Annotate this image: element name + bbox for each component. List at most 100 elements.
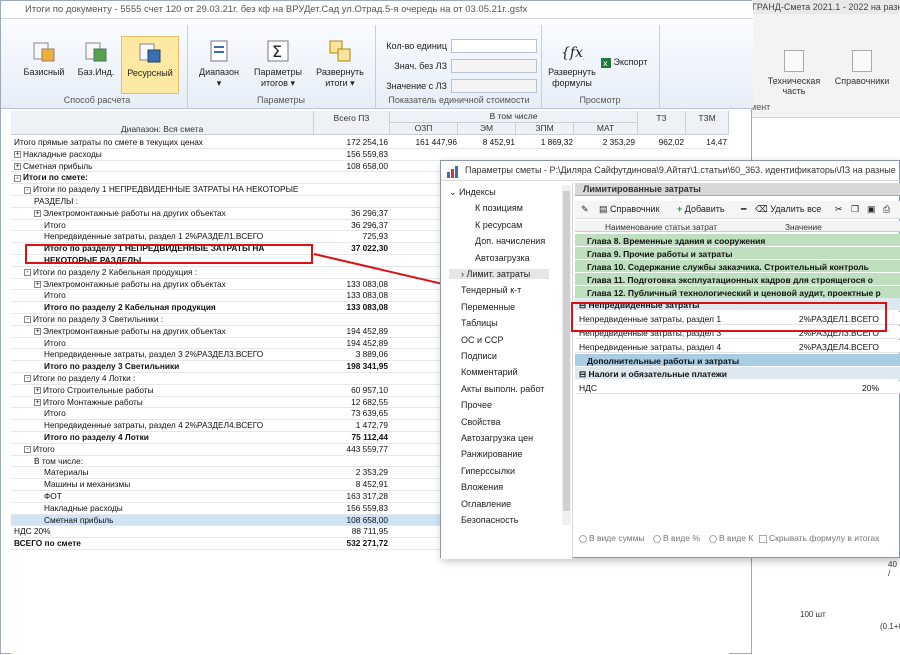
qty-input[interactable]: [451, 39, 537, 53]
tax-name: НДС: [579, 383, 598, 393]
bg-cell: 100 шт: [800, 610, 826, 619]
edit-icon[interactable]: ✎: [581, 204, 589, 215]
chapter-row[interactable]: Глава 8. Временные здания и сооружения: [575, 234, 900, 247]
chapter-row[interactable]: Глава 11. Подготовка эксплуатационных ка…: [575, 273, 900, 286]
cell-v: 12 682,55: [351, 396, 388, 407]
expand-icon[interactable]: +: [34, 328, 41, 336]
tree-item[interactable]: Тендерный к-т: [461, 285, 521, 295]
expand-formulas-button[interactable]: {fx} Развернуть формулы: [545, 39, 599, 89]
tree-scrollbar-thumb[interactable]: [563, 191, 570, 511]
option-percent[interactable]: В виде %: [653, 533, 700, 543]
expand-icon[interactable]: +: [34, 210, 41, 218]
expand-totals-button[interactable]: Развернуть итоги ▾: [309, 39, 371, 89]
print-icon[interactable]: ⎙: [883, 204, 890, 215]
export-button[interactable]: x Экспорт: [601, 57, 659, 68]
row-label: ФОТ: [44, 491, 62, 501]
cell-v: 60 957,10: [351, 384, 388, 395]
collapse-icon[interactable]: -: [14, 174, 21, 182]
item-name: Непредвиденные затраты, раздел 4: [579, 342, 722, 352]
tree-item[interactable]: Акты выполн. работ: [461, 384, 544, 394]
tree-item[interactable]: Ранжирование: [461, 449, 522, 459]
basic-button[interactable]: Базисный: [19, 39, 69, 78]
tree-item[interactable]: Прочее: [461, 400, 492, 410]
references-button[interactable]: Справочники: [832, 50, 892, 86]
value-lz-field: [451, 79, 537, 93]
cell-v2: 161 447,96: [415, 137, 457, 147]
section-taxes[interactable]: ⊟ Налоги и обязательные платежи: [575, 367, 900, 380]
expand-icon: [328, 39, 352, 63]
chevron-down-icon[interactable]: ⌄: [449, 187, 459, 197]
tree-item[interactable]: Подписи: [461, 351, 497, 361]
row-label: Непредвиденные затраты, раздел 3 2%РАЗДЕ…: [44, 349, 264, 360]
unforeseen-item-row[interactable]: Непредвиденные затраты, раздел 4 2%РАЗДЕЛ…: [575, 340, 900, 353]
tax-row[interactable]: НДС 20%: [575, 381, 900, 394]
delete-all-button[interactable]: ⌫ Удалить все: [755, 204, 821, 215]
limited-costs-panel: Лимитированные затраты ✎ ▤ Справочник + …: [575, 183, 900, 559]
tree-item[interactable]: Оглавление: [461, 499, 511, 509]
value-no-lz-field: [451, 59, 537, 73]
tree-item[interactable]: Таблицы: [461, 318, 498, 328]
row-label: Сметная прибыль: [44, 514, 114, 525]
add-button[interactable]: + Добавить: [677, 204, 725, 214]
row-label: - Итого: [14, 444, 314, 455]
unit-cost-group-label: Показатель единичной стоимости: [388, 95, 530, 105]
row-label: + Итого Монтажные работы: [34, 396, 143, 407]
row-label: Непредвиденные затраты, раздел 4 2%РАЗДЕ…: [44, 420, 264, 431]
tree-item[interactable]: Безопасность: [461, 515, 518, 525]
excel-icon: x: [601, 57, 611, 68]
base-index-button[interactable]: Баз.Инд.: [71, 39, 121, 78]
tree-item[interactable]: Свойства: [461, 417, 501, 427]
chapter-row[interactable]: Глава 9. Прочие работы и затраты: [575, 247, 900, 260]
tree-item[interactable]: К позициям: [475, 203, 523, 213]
row-label: Итого по разделу 3 Светильники: [44, 361, 180, 372]
tree-item[interactable]: К ресурсам: [475, 220, 522, 230]
collapse-icon[interactable]: -: [24, 316, 31, 324]
tree-item[interactable]: › Лимит. затраты: [449, 269, 549, 279]
separator: [659, 25, 660, 109]
cut-icon[interactable]: ✂: [835, 204, 843, 215]
option-k[interactable]: В виде К: [709, 533, 753, 543]
resource-button[interactable]: Ресурсный: [121, 36, 179, 94]
tree-item[interactable]: Доп. начисления: [475, 236, 545, 246]
section-additional[interactable]: Дополнительные работы и затраты: [575, 354, 900, 367]
option-sum[interactable]: В виде суммы: [579, 533, 645, 543]
tree-item[interactable]: ⌄ Индексы: [449, 187, 496, 198]
tree-item[interactable]: Гиперссылки: [461, 466, 515, 476]
tech-part-button[interactable]: Техническая часть: [764, 50, 824, 96]
tree-item[interactable]: Автозагрузка: [475, 253, 530, 263]
row-label: Материалы: [44, 467, 89, 478]
range-button[interactable]: Диапазон ▾: [191, 39, 247, 89]
table-row[interactable]: + Накладные расходы 156 559,83: [11, 149, 729, 161]
expand-icon[interactable]: +: [14, 162, 21, 170]
totals-params-button[interactable]: Σ Параметры итогов ▾: [247, 39, 309, 89]
table-row[interactable]: Итого прямые затраты по смете в текущих …: [11, 137, 729, 149]
row-label: Итого: [44, 290, 66, 301]
cell-v: 443 559,77: [346, 443, 388, 454]
copy-icon[interactable]: ❐: [851, 204, 859, 215]
expand-icon[interactable]: +: [34, 387, 41, 395]
collapse-icon[interactable]: -: [24, 269, 31, 277]
expand-icon[interactable]: +: [34, 398, 41, 406]
collapse-icon[interactable]: -: [24, 186, 31, 194]
cell-v: [316, 184, 388, 195]
expand-icon[interactable]: +: [14, 151, 21, 159]
tree-item[interactable]: Вложения: [461, 482, 503, 492]
item-value[interactable]: 2%РАЗДЕЛ4.ВСЕГО: [733, 342, 879, 352]
window-title: Итоги по документу - 5555 счет 120 от 29…: [1, 1, 753, 19]
delete-icon[interactable]: ━: [741, 204, 746, 215]
chapter-row[interactable]: Глава 10. Содержание службы заказчика. С…: [575, 260, 900, 273]
collapse-icon[interactable]: -: [24, 375, 31, 383]
tree-item[interactable]: ОС и ССР: [461, 335, 504, 345]
collapse-icon[interactable]: -: [24, 446, 31, 454]
reference-button[interactable]: ▤ Справочник: [599, 204, 660, 215]
expand-icon[interactable]: +: [34, 280, 41, 288]
bg-cell: (0.1+0: [880, 622, 900, 631]
sigma-icon: Σ: [266, 39, 290, 63]
tree-item[interactable]: Комментарий: [461, 367, 518, 377]
cell-v: [316, 456, 388, 467]
paste-icon[interactable]: ▣: [867, 204, 876, 215]
price-table-icon: [32, 39, 56, 63]
tree-item[interactable]: Автозагрузка цен: [461, 433, 533, 443]
option-hide-formula[interactable]: Скрывать формулу в итогах: [759, 533, 879, 543]
tree-item[interactable]: Переменные: [461, 302, 515, 312]
